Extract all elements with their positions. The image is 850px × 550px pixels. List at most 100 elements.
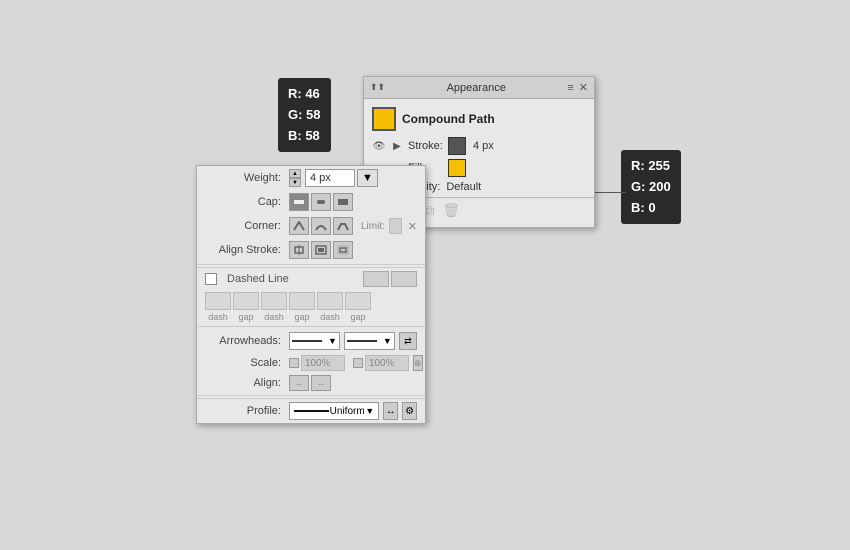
scale-value-2: 100% — [369, 358, 395, 369]
profile-row: Profile: Uniform ▼ ↔ ⚙ — [197, 398, 425, 423]
opacity-value: Default — [446, 181, 481, 193]
tooltip-yr: R: 255 — [631, 158, 670, 173]
profile-value: Uniform — [330, 406, 365, 417]
stroke-row: 👁 ▶ Stroke: 4 px — [364, 135, 594, 157]
stroke-visibility-icon[interactable]: 👁 — [372, 141, 386, 152]
compound-path-swatch — [372, 107, 396, 131]
limit-label: Limit: — [361, 221, 385, 232]
weight-down[interactable]: ▼ — [289, 178, 301, 187]
scale-spinner-2[interactable] — [353, 358, 363, 368]
align-right-button[interactable]: ↔ — [311, 375, 331, 391]
dashed-section: Dashed Line — [197, 267, 425, 290]
tooltip-b: B: 58 — [288, 128, 320, 143]
dash-labels-row: dash gap dash gap dash gap — [197, 312, 425, 324]
corner-label: Corner: — [205, 220, 285, 232]
align-stroke-row: Align Stroke: — [197, 238, 425, 262]
align-left-button[interactable]: ↔ — [289, 375, 309, 391]
align-stroke-icons — [289, 241, 353, 259]
cap-row: Cap: — [197, 190, 425, 214]
align-row: Align: ↔ ↔ — [197, 373, 425, 393]
cap-square-button[interactable] — [333, 193, 353, 211]
dashed-row: Dashed Line — [205, 271, 417, 287]
profile-select[interactable]: Uniform ▼ — [289, 402, 379, 420]
dash-preset-2[interactable] — [391, 271, 417, 287]
weight-label: Weight: — [205, 172, 285, 184]
align-center-button[interactable] — [289, 241, 309, 259]
arrow-end-dropdown[interactable]: ▼ — [383, 336, 392, 346]
stroke-color-swatch[interactable] — [448, 137, 466, 155]
dash-label-1: dash — [205, 312, 231, 322]
dash-input-2[interactable] — [261, 292, 287, 310]
arrow-line-1 — [292, 340, 322, 342]
arrow-start-dropdown[interactable]: ▼ — [328, 336, 337, 346]
delete-icon[interactable]: 🗑 — [442, 202, 460, 219]
tooltip-g: G: 58 — [288, 107, 321, 122]
panel-close-icon[interactable]: ✕ — [579, 81, 588, 94]
gap-label-2: gap — [289, 312, 315, 322]
scale-row: Scale: 100% 100% ⊗ — [197, 353, 425, 373]
dash-inputs-row — [197, 290, 425, 312]
tooltip-r: R: 46 — [288, 86, 320, 101]
profile-settings-icon[interactable]: ⚙ — [402, 402, 417, 420]
weight-up[interactable]: ▲ — [289, 169, 301, 178]
stroke-options-panel: Weight: ▲ ▼ 4 px ▼ Cap: — [196, 165, 426, 424]
corner-bevel-button[interactable] — [333, 217, 353, 235]
scale-spinner-1[interactable] — [289, 358, 299, 368]
weight-dropdown[interactable]: ▼ — [357, 169, 378, 187]
appearance-panel-header: ⬆⬆ Appearance ≡ ✕ — [364, 77, 594, 99]
dash-label-3: dash — [317, 312, 343, 322]
align-outside-button[interactable] — [333, 241, 353, 259]
profile-flip-icon[interactable]: ↔ — [383, 402, 398, 420]
section-divider-3 — [197, 395, 425, 396]
dash-input-1[interactable] — [205, 292, 231, 310]
arrow-start-select[interactable]: ▼ — [289, 332, 340, 350]
limit-x[interactable]: ✕ — [408, 220, 417, 233]
arrow-line-2 — [347, 340, 377, 342]
gap-input-1[interactable] — [233, 292, 259, 310]
dashed-checkbox[interactable] — [205, 273, 217, 285]
swap-arrows-button[interactable]: ⇄ — [399, 332, 417, 350]
collapse-icon[interactable]: ⬆⬆ — [370, 82, 385, 93]
align-label: Align: — [205, 377, 285, 389]
panel-menu-icon[interactable]: ≡ — [567, 82, 573, 94]
weight-spinner[interactable]: ▲ ▼ — [289, 169, 301, 187]
align-stroke-label: Align Stroke: — [205, 244, 285, 256]
cap-label: Cap: — [205, 196, 285, 208]
scale-input-1[interactable]: 100% — [301, 355, 345, 371]
fill-color-swatch[interactable] — [448, 159, 466, 177]
stroke-value: 4 px — [473, 140, 494, 152]
align-inside-button[interactable] — [311, 241, 331, 259]
corner-row: Corner: Limit: ✕ — [197, 214, 425, 238]
rgb-tooltip-dark: R: 46 G: 58 B: 58 — [278, 78, 331, 152]
weight-row: Weight: ▲ ▼ 4 px ▼ — [197, 166, 425, 190]
dash-input-3[interactable] — [317, 292, 343, 310]
section-divider-1 — [197, 264, 425, 265]
dropdown-arrow: ▼ — [362, 172, 373, 184]
cap-round-button[interactable] — [311, 193, 331, 211]
dashed-preset-boxes — [363, 271, 417, 287]
gap-input-3[interactable] — [345, 292, 371, 310]
profile-line — [294, 410, 329, 412]
dash-label-2: dash — [261, 312, 287, 322]
stroke-label: Stroke: — [408, 140, 444, 152]
compound-path-label: Compound Path — [402, 112, 495, 126]
tooltip-yb: B: 0 — [631, 200, 656, 215]
scale-input-2[interactable]: 100% — [365, 355, 409, 371]
cap-icons — [289, 193, 353, 211]
gap-label-1: gap — [233, 312, 259, 322]
corner-miter-button[interactable] — [289, 217, 309, 235]
scale-lock-icon[interactable]: ⊗ — [413, 355, 423, 371]
limit-input[interactable] — [389, 218, 402, 234]
dash-preset-1[interactable] — [363, 271, 389, 287]
corner-icons — [289, 217, 353, 235]
gap-input-2[interactable] — [289, 292, 315, 310]
arrowheads-row: Arrowheads: ▼ ▼ ⇄ — [197, 329, 425, 353]
corner-round-button[interactable] — [311, 217, 331, 235]
weight-input[interactable]: 4 px — [305, 169, 355, 187]
cap-butt-button[interactable] — [289, 193, 309, 211]
stroke-expand-icon[interactable]: ▶ — [390, 141, 404, 152]
profile-label: Profile: — [205, 405, 285, 417]
arrow-end-select[interactable]: ▼ — [344, 332, 395, 350]
rgb-tooltip-yellow: R: 255 G: 200 B: 0 — [621, 150, 681, 224]
profile-dropdown-arrow[interactable]: ▼ — [365, 406, 374, 416]
